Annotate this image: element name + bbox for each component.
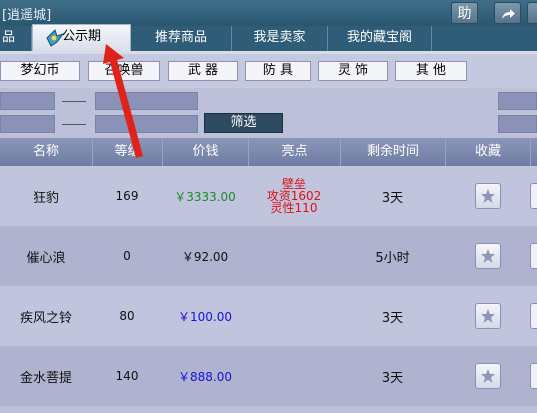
star-icon <box>480 189 495 203</box>
star-icon <box>480 369 495 383</box>
item-price: ￥888.00 <box>178 369 232 384</box>
header-level[interactable]: 等级 <box>92 138 162 166</box>
favorite-cell <box>445 346 530 406</box>
header-name[interactable]: 名称 <box>0 138 92 166</box>
range-dash <box>62 101 86 102</box>
item-price: ￥92.00 <box>181 249 229 264</box>
category-weapon[interactable]: 武 器 <box>168 61 238 81</box>
row-extra-button[interactable] <box>530 243 537 269</box>
category-game-coin[interactable]: 梦幻币 <box>0 61 80 81</box>
table-row[interactable]: 催心浪 0 ￥92.00 5小时 <box>0 226 537 286</box>
share-button[interactable] <box>494 2 521 24</box>
item-highlights <box>248 346 340 406</box>
tab-public-notice[interactable]: 公示期 <box>32 24 131 52</box>
table-header: 名称 等级 价钱 亮点 剩余时间 收藏 <box>0 138 537 166</box>
favorite-button[interactable] <box>474 183 501 209</box>
item-remaining-time: 3天 <box>381 190 404 206</box>
help-button[interactable]: 助 <box>451 2 478 24</box>
category-bar: 梦幻币 召唤兽 武 器 防 具 灵 饰 其 他 <box>0 54 537 88</box>
highlight-line: 灵性110 <box>270 201 318 215</box>
filter-panel: 筛选 <box>0 88 537 138</box>
right-filter-input[interactable] <box>498 92 537 110</box>
tab-i-am-seller[interactable]: 我是卖家 <box>232 26 328 52</box>
tab-public-notice-label: 公示期 <box>61 29 101 44</box>
item-remaining-time: 3天 <box>381 310 404 326</box>
min-filter-input[interactable] <box>0 92 55 110</box>
category-summoned-beast[interactable]: 召唤兽 <box>88 61 160 81</box>
category-armor[interactable]: 防 具 <box>245 61 311 81</box>
favorite-button[interactable] <box>474 243 501 269</box>
row-extra-button[interactable] <box>530 363 537 389</box>
category-ornament[interactable]: 灵 饰 <box>318 61 388 81</box>
row-extra-button[interactable] <box>530 303 537 329</box>
item-name: 催心浪 <box>26 250 66 266</box>
min-filter-input-2[interactable] <box>0 115 55 133</box>
item-price: ￥3333.00 <box>174 189 236 204</box>
row-extra-button[interactable] <box>530 183 537 209</box>
filter-button[interactable]: 筛选 <box>204 113 283 133</box>
table-row[interactable]: 疾风之铃 80 ￥100.00 3天 <box>0 286 537 346</box>
item-level: 0 <box>123 249 131 263</box>
table-row[interactable]: 金水菩提 140 ￥888.00 3天 <box>0 346 537 406</box>
item-price: ￥100.00 <box>178 309 232 324</box>
item-name: 金水菩提 <box>19 370 72 386</box>
close-button[interactable] <box>527 2 537 24</box>
tab-bar: 品 公示期 推荐商品 我是卖家 我的藏宝阁 <box>0 24 537 52</box>
favorite-cell <box>445 166 530 226</box>
star-icon <box>480 249 495 263</box>
item-level: 169 <box>115 189 139 203</box>
table-row[interactable]: 狂豹 169 ￥3333.00 壁垒 攻资1602 灵性110 3天 <box>0 166 537 226</box>
item-level: 80 <box>119 309 135 323</box>
item-name: 狂豹 <box>32 190 59 206</box>
item-highlights: 壁垒 攻资1602 灵性110 <box>248 166 340 226</box>
share-arrow-icon <box>501 9 515 19</box>
header-remaining-time[interactable]: 剩余时间 <box>340 138 445 166</box>
favorite-cell <box>445 286 530 346</box>
item-remaining-time: 5小时 <box>375 250 410 266</box>
header-favorite[interactable]: 收藏 <box>445 138 530 166</box>
window-title: [逍遥城] <box>2 8 52 23</box>
header-highlights[interactable]: 亮点 <box>248 138 340 166</box>
item-remaining-time: 3天 <box>381 370 404 386</box>
header-extra <box>530 138 537 166</box>
max-filter-input[interactable] <box>95 92 198 110</box>
title-bar: [逍遥城] 助 <box>0 0 537 26</box>
tab-recommended[interactable]: 推荐商品 <box>131 26 232 52</box>
range-dash-2 <box>62 124 86 125</box>
item-level: 140 <box>115 369 139 383</box>
pet-mascot-icon <box>46 29 65 47</box>
star-icon <box>480 309 495 323</box>
right-filter-input-2[interactable] <box>498 115 537 133</box>
item-name: 疾风之铃 <box>19 310 72 326</box>
item-highlights <box>248 286 340 346</box>
favorite-button[interactable] <box>474 363 501 389</box>
tab-goods[interactable]: 品 <box>0 26 32 52</box>
favorite-button[interactable] <box>474 303 501 329</box>
max-filter-input-2[interactable] <box>95 115 198 133</box>
item-highlights <box>248 226 340 286</box>
header-price[interactable]: 价钱 <box>162 138 248 166</box>
favorite-cell <box>445 226 530 286</box>
category-other[interactable]: 其 他 <box>395 61 467 81</box>
tab-my-treasury[interactable]: 我的藏宝阁 <box>328 26 432 52</box>
